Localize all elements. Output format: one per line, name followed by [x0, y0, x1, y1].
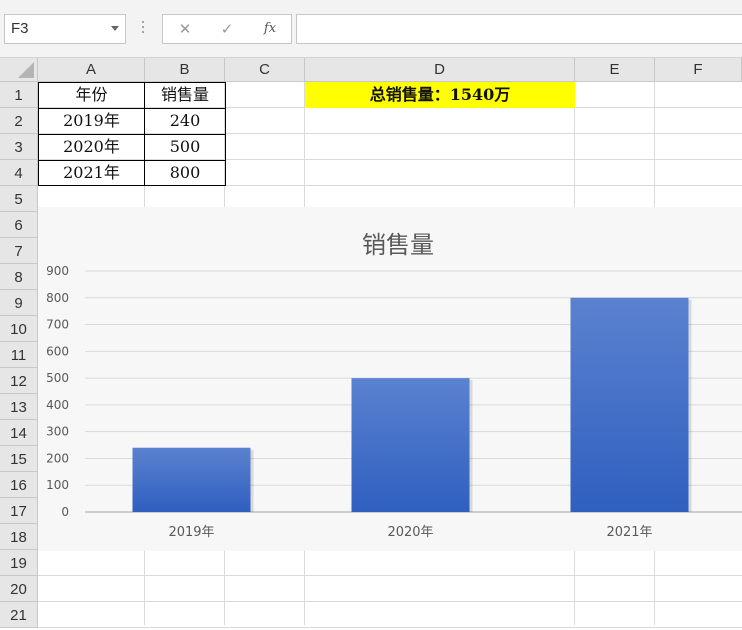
row-header-16[interactable]: 16	[0, 472, 38, 498]
cell-b1[interactable]: 销售量	[145, 82, 225, 108]
sales-bar-chart[interactable]: 销售量 0 100 200 300 400 500 600 700 800 900 2019年 2020…	[38, 207, 742, 551]
row-header-17[interactable]: 17	[0, 498, 38, 524]
column-header-f[interactable]: F	[655, 58, 742, 82]
y-tick-label: 900	[46, 264, 69, 278]
row-header-13[interactable]: 13	[0, 394, 38, 420]
cell-b4[interactable]: 800	[145, 160, 225, 186]
name-box-value: F3	[11, 20, 29, 37]
drag-handle-icon[interactable]	[141, 21, 145, 37]
worksheet-grid: A B C D E F 1 2 3 4 5 6 7 8 9 10 11 12 13 14 15 16 17 18 1…	[0, 58, 742, 628]
row-header-6[interactable]: 6	[0, 212, 38, 238]
row-header-15[interactable]: 15	[0, 446, 38, 472]
cell-a1[interactable]: 年份	[38, 82, 145, 108]
row-header-10[interactable]: 10	[0, 316, 38, 342]
table-border	[38, 160, 226, 161]
cell-a4[interactable]: 2021年	[38, 160, 145, 186]
row-header-4[interactable]: 4	[0, 160, 38, 186]
column-header-b[interactable]: B	[145, 58, 225, 82]
table-border	[38, 108, 226, 109]
column-header-d[interactable]: D	[305, 58, 575, 82]
table-border	[38, 134, 226, 135]
cell-a2[interactable]: 2019年	[38, 108, 145, 134]
table-border	[144, 82, 145, 186]
y-tick-label: 600	[46, 344, 69, 358]
chart-canvas: 销售量 0 100 200 300 400 500 600 700 800 900 2019年 2020…	[46, 231, 742, 540]
x-tick-label: 2020年	[387, 525, 433, 540]
row-header-20[interactable]: 20	[0, 576, 38, 602]
chart-title: 销售量	[362, 231, 434, 259]
formula-buttons: ✕ ✓ fx	[162, 14, 292, 44]
bar-1	[132, 447, 251, 512]
row-header-11[interactable]: 11	[0, 342, 38, 368]
grid-line	[38, 601, 742, 602]
column-header-e[interactable]: E	[575, 58, 655, 82]
row-header-2[interactable]: 2	[0, 108, 38, 134]
insert-function-icon[interactable]: fx	[250, 15, 290, 43]
formula-input[interactable]	[296, 14, 742, 44]
table-border	[225, 82, 226, 186]
total-sales-cell[interactable]: 总销售量：1540万	[305, 82, 575, 108]
y-tick-label: 400	[46, 398, 69, 412]
table-border	[38, 82, 39, 186]
formula-bar: F3 ✕ ✓ fx	[0, 0, 742, 58]
y-tick-label: 800	[46, 291, 69, 305]
cell-b3[interactable]: 500	[145, 134, 225, 160]
column-header-a[interactable]: A	[38, 58, 145, 82]
row-header-5[interactable]: 5	[0, 186, 38, 212]
cancel-icon[interactable]: ✕	[165, 15, 205, 43]
y-tick-label: 300	[46, 425, 69, 439]
cell-a3[interactable]: 2020年	[38, 134, 145, 160]
row-header-9[interactable]: 9	[0, 290, 38, 316]
row-header-12[interactable]: 12	[0, 368, 38, 394]
enter-icon[interactable]: ✓	[207, 15, 247, 43]
grid-line	[38, 575, 742, 576]
y-tick-label: 0	[61, 505, 69, 519]
y-tick-label: 500	[46, 371, 69, 385]
row-header-8[interactable]: 8	[0, 264, 38, 290]
chevron-down-icon[interactable]	[111, 26, 119, 31]
row-header-1[interactable]: 1	[0, 82, 38, 108]
y-tick-label: 200	[46, 451, 69, 465]
row-header-3[interactable]: 3	[0, 134, 38, 160]
name-box[interactable]: F3	[4, 14, 126, 44]
bar-3	[570, 297, 689, 512]
table-border	[38, 82, 226, 83]
y-tick-label: 100	[46, 478, 69, 492]
column-header-c[interactable]: C	[225, 58, 305, 82]
row-header-7[interactable]: 7	[0, 238, 38, 264]
x-tick-label: 2019年	[168, 525, 214, 540]
select-all-button[interactable]	[0, 58, 38, 82]
row-header-19[interactable]: 19	[0, 550, 38, 576]
bar-2	[351, 378, 470, 512]
y-tick-label: 700	[46, 318, 69, 332]
x-tick-label: 2021年	[606, 525, 652, 540]
table-border	[38, 185, 226, 186]
grid-line	[38, 627, 742, 628]
row-header-14[interactable]: 14	[0, 420, 38, 446]
cell-b2[interactable]: 240	[145, 108, 225, 134]
row-header-18[interactable]: 18	[0, 524, 38, 550]
row-header-21[interactable]: 21	[0, 602, 38, 628]
select-all-icon	[18, 62, 34, 78]
